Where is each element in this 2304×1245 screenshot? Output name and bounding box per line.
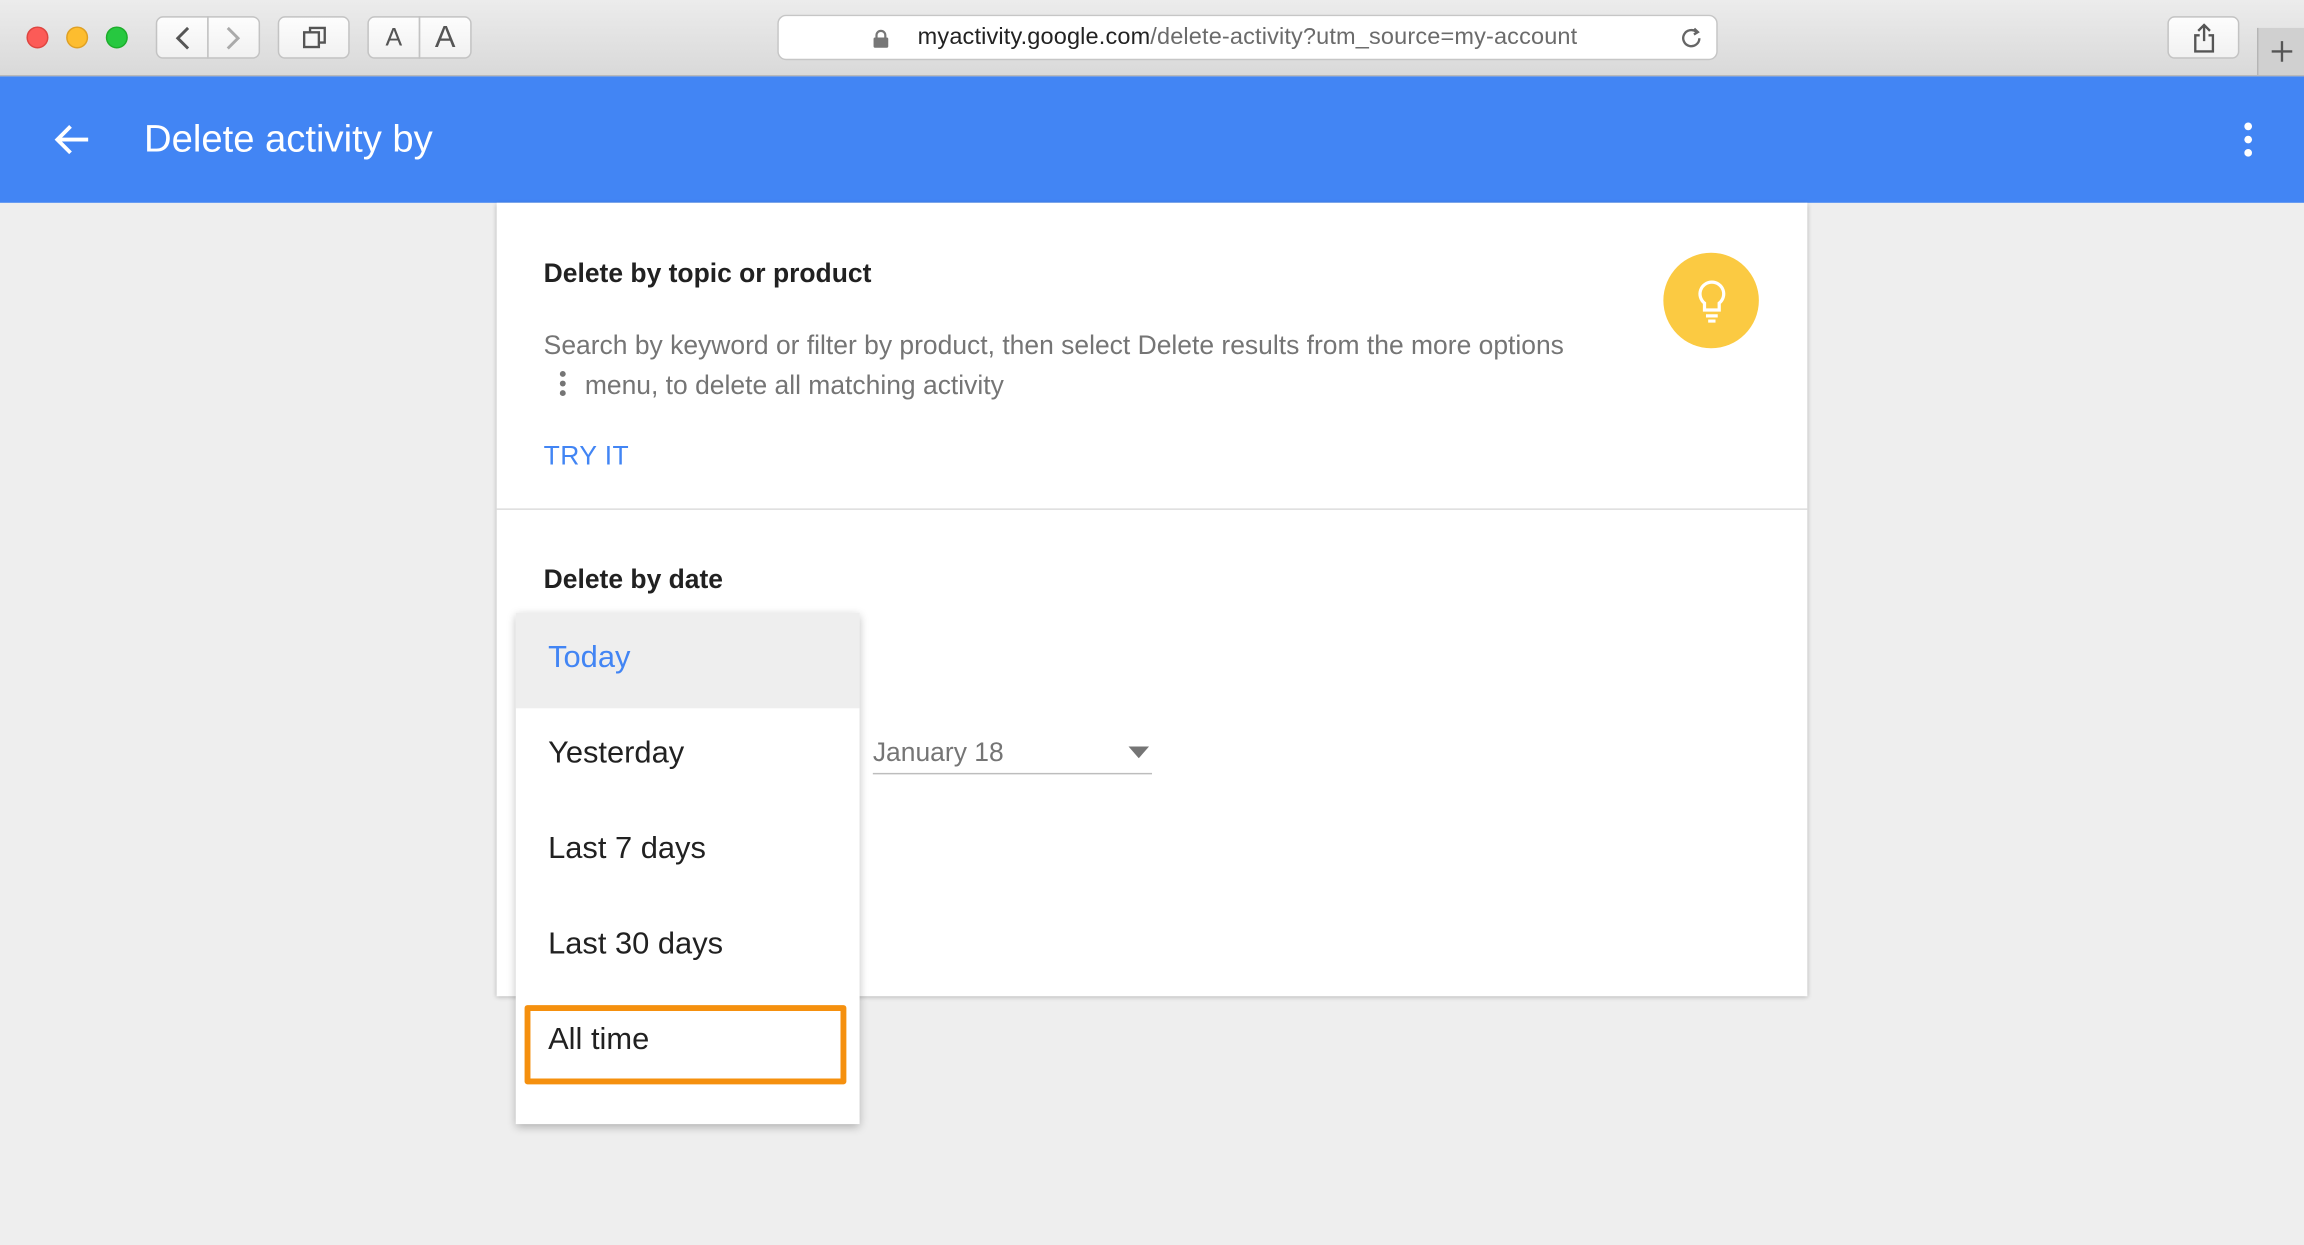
option-today[interactable]: Today <box>515 612 860 709</box>
text-larger-button[interactable]: A <box>418 16 472 59</box>
tabs-icon <box>302 26 326 48</box>
option-label: Today <box>548 640 631 675</box>
more-options-inline-icon <box>552 369 573 409</box>
browser-back-button[interactable] <box>155 16 209 59</box>
date-value: January 18 <box>872 737 1004 768</box>
topic-section-description: Search by keyword or filter by product, … <box>544 326 1573 408</box>
new-tab-button[interactable] <box>2256 27 2304 75</box>
try-it-button[interactable]: TRY IT <box>544 441 629 472</box>
text-smaller-label: A <box>385 22 403 51</box>
description-part-1: Search by keyword or filter by product, … <box>543 330 1564 361</box>
share-button[interactable] <box>2167 16 2240 59</box>
option-last-7-days[interactable]: Last 7 days <box>516 804 860 900</box>
option-label: Yesterday <box>548 736 685 770</box>
browser-forward-button[interactable] <box>207 16 261 59</box>
tab-overview-button[interactable] <box>277 16 350 59</box>
option-last-30-days[interactable]: Last 30 days <box>516 899 860 995</box>
section-divider <box>496 508 1808 510</box>
app-bar: Delete activity by <box>0 76 2304 203</box>
browser-toolbar: A A myactivity.google.com/delete-activit… <box>0 0 2304 77</box>
page: A A myactivity.google.com/delete-activit… <box>0 0 2304 1245</box>
close-window-button[interactable] <box>26 26 49 49</box>
url-host: myactivity.google.com <box>917 24 1151 50</box>
share-icon <box>2193 22 2214 52</box>
option-label: Last 7 days <box>548 831 706 866</box>
date-section-title: Delete by date <box>543 564 724 594</box>
chevron-right-icon <box>226 26 241 49</box>
reload-icon[interactable] <box>1678 25 1704 51</box>
text-smaller-button[interactable]: A <box>367 16 421 59</box>
url-path: /delete-activity?utm_source=my-account <box>1150 24 1578 50</box>
topic-section-title: Delete by topic or product <box>543 258 872 289</box>
page-title: Delete activity by <box>144 116 433 161</box>
lightbulb-icon <box>1697 279 1725 322</box>
more-vert-icon[interactable] <box>2241 120 2256 158</box>
option-yesterday[interactable]: Yesterday <box>516 708 860 804</box>
all-time-highlight-box <box>524 1005 847 1085</box>
option-label: Last 30 days <box>548 927 724 961</box>
zoom-window-button[interactable] <box>105 26 128 49</box>
date-select[interactable]: January 18 <box>872 735 1153 775</box>
dropdown-arrow-icon <box>1128 746 1150 759</box>
url-text: myactivity.google.com/delete-activity?ut… <box>779 25 1716 51</box>
back-arrow-icon[interactable] <box>53 120 91 158</box>
lightbulb-badge <box>1663 252 1759 349</box>
description-part-2: menu, to delete all matching activity <box>584 370 1004 400</box>
minimize-window-button[interactable] <box>66 26 89 49</box>
chevron-left-icon <box>175 26 190 49</box>
text-larger-label: A <box>434 19 456 54</box>
plus-icon <box>2270 41 2292 62</box>
address-bar[interactable]: myactivity.google.com/delete-activity?ut… <box>777 14 1718 61</box>
